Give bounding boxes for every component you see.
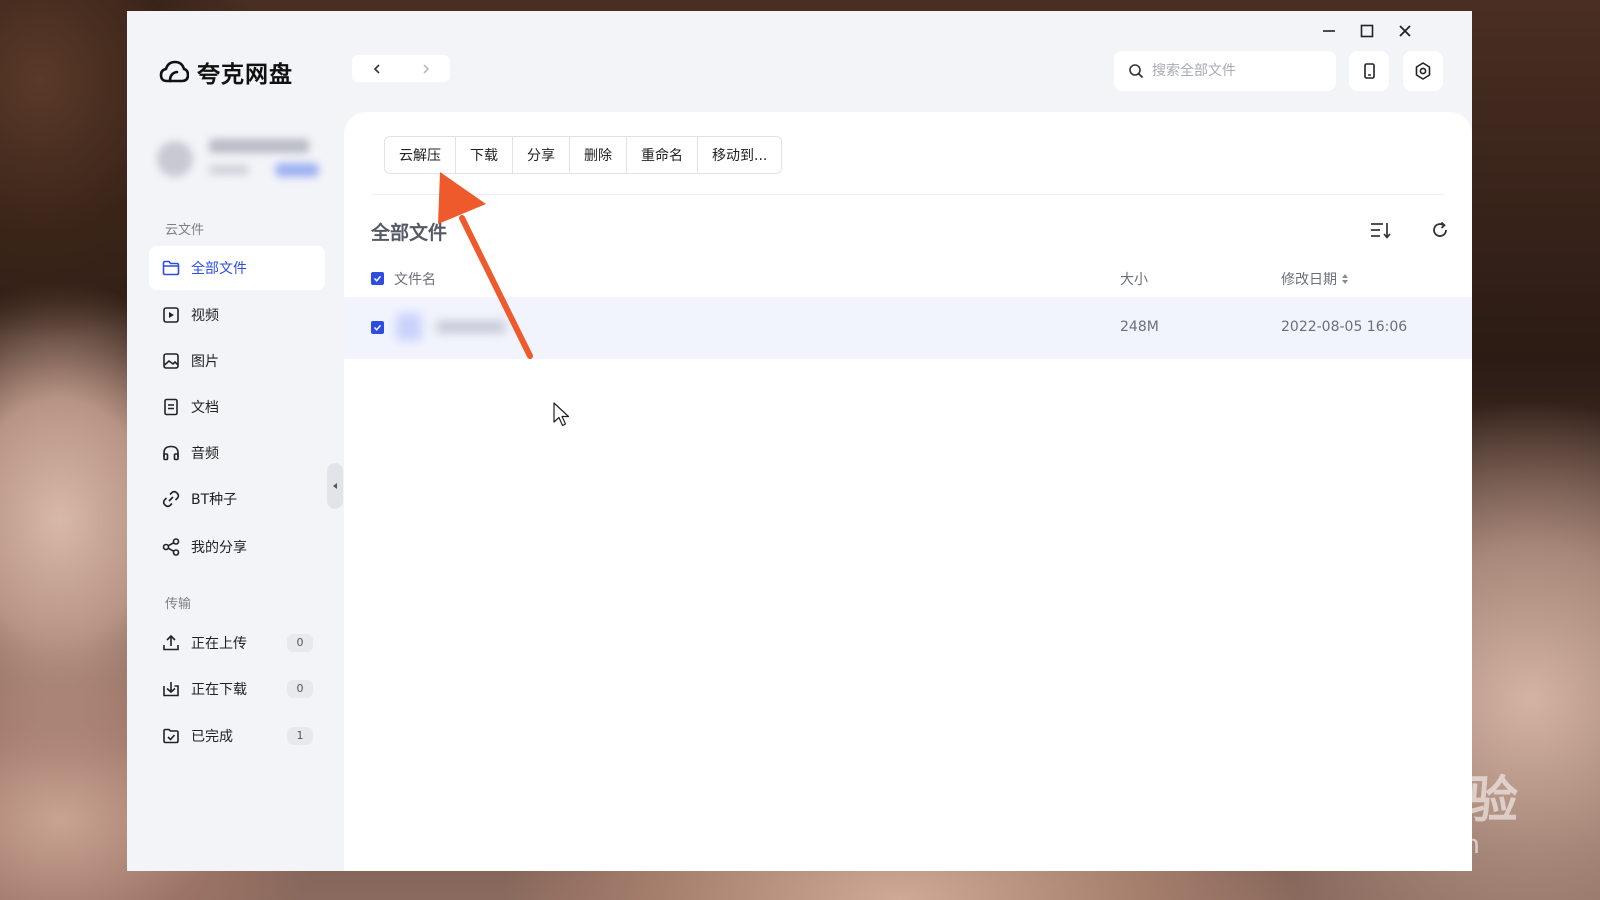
download-icon: [163, 682, 179, 697]
file-name-placeholder: [436, 321, 506, 333]
app-logo: 夸克网盘: [159, 55, 293, 89]
phone-icon: [1364, 63, 1375, 79]
user-meta-blurred: [209, 165, 249, 175]
back-button[interactable]: [352, 55, 401, 82]
delete-button[interactable]: 删除: [570, 137, 627, 173]
chevron-right-icon: [422, 63, 429, 74]
sidebar-item-downloading[interactable]: 正在下载 0: [149, 667, 325, 711]
download-count-badge: 0: [287, 680, 313, 698]
mouse-cursor-icon: [553, 402, 570, 427]
image-icon: [163, 353, 179, 369]
sidebar-item-label: 我的分享: [191, 540, 247, 556]
file-table-header: 文件名 大小 修改日期: [344, 259, 1472, 295]
file-action-toolbar: 云解压 下载 分享 删除 重命名 移动到...: [384, 136, 783, 174]
video-icon: [163, 307, 179, 323]
share-button[interactable]: 分享: [513, 137, 570, 173]
mobile-button[interactable]: [1349, 51, 1389, 91]
completed-count-badge: 1: [287, 727, 313, 745]
column-header-size[interactable]: 大小: [1120, 269, 1148, 289]
table-row[interactable]: 248M 2022-08-05 16:06: [344, 297, 1472, 359]
completed-icon: [163, 728, 179, 744]
cloud-extract-button[interactable]: 云解压: [385, 137, 456, 173]
main-panel: 云解压 下载 分享 删除 重命名 移动到... 全部文件 文件名 大小 修改日期: [344, 112, 1472, 871]
section-label-cloud: 云文件: [165, 223, 205, 238]
sidebar-item-bt-seeds[interactable]: BT种子: [149, 477, 325, 521]
minimize-icon: [1323, 30, 1335, 32]
maximize-button[interactable]: [1352, 19, 1382, 43]
gear-icon: [1415, 62, 1431, 80]
search-box: [1114, 51, 1336, 91]
sort-button[interactable]: [1366, 216, 1394, 244]
file-type-icon: [396, 313, 422, 341]
move-to-button[interactable]: 移动到...: [698, 137, 782, 173]
sort-toggle-icon: [1342, 274, 1348, 284]
file-size: 248M: [1120, 319, 1159, 335]
share-icon: [162, 538, 180, 556]
sidebar-item-label: 已完成: [191, 729, 233, 745]
chevron-left-icon: [373, 63, 380, 74]
file-modified-date: 2022-08-05 16:06: [1281, 319, 1408, 335]
sidebar-item-uploading[interactable]: 正在上传 0: [149, 621, 325, 665]
file-name-blurred: [396, 311, 526, 343]
app-title: 夸克网盘: [197, 62, 293, 88]
sidebar-item-label: BT种子: [191, 492, 238, 508]
refresh-icon: [1433, 221, 1447, 237]
upload-icon: [163, 634, 179, 651]
close-button[interactable]: [1390, 19, 1420, 43]
user-name-blurred: [209, 139, 309, 153]
upload-count-badge: 0: [287, 634, 313, 652]
column-header-modified-label: 修改日期: [1281, 272, 1337, 288]
search-icon: [1129, 64, 1144, 79]
sidebar-item-label: 正在下载: [191, 682, 247, 698]
caret-left-icon: [333, 483, 337, 489]
sidebar-item-label: 音频: [191, 446, 219, 462]
column-header-modified[interactable]: 修改日期: [1281, 269, 1349, 289]
app-window: 夸克网盘 云文件 全部文件 视频 图片: [127, 11, 1472, 871]
sidebar-item-label: 文档: [191, 400, 219, 416]
sidebar-item-completed[interactable]: 已完成 1: [149, 714, 325, 758]
sidebar-item-images[interactable]: 图片: [149, 339, 325, 383]
sidebar-item-label: 视频: [191, 308, 219, 324]
maximize-icon: [1360, 24, 1374, 38]
close-icon: [1399, 25, 1411, 37]
sidebar-item-my-shares[interactable]: 我的分享: [149, 525, 325, 569]
cloud-logo-icon: [159, 60, 189, 83]
rename-button[interactable]: 重命名: [627, 137, 698, 173]
settings-button[interactable]: [1403, 51, 1443, 91]
sidebar-item-audio[interactable]: 音频: [149, 431, 325, 475]
select-all-checkbox[interactable]: [371, 272, 384, 285]
check-icon: [373, 324, 382, 331]
avatar: [157, 141, 193, 177]
sidebar-item-label: 全部文件: [191, 261, 247, 277]
sort-icon: [1371, 223, 1391, 239]
sidebar-item-video[interactable]: 视频: [149, 293, 325, 337]
document-icon: [164, 398, 178, 416]
check-icon: [373, 275, 382, 282]
refresh-button[interactable]: [1426, 216, 1454, 244]
user-tag-blurred: [275, 163, 319, 177]
download-button[interactable]: 下载: [456, 137, 513, 173]
sidebar-collapse-handle[interactable]: [327, 463, 343, 509]
sidebar-item-all-files[interactable]: 全部文件: [149, 246, 325, 290]
sidebar-item-documents[interactable]: 文档: [149, 385, 325, 429]
sidebar-item-label: 图片: [191, 354, 219, 370]
headphones-icon: [163, 445, 179, 461]
row-checkbox[interactable]: [371, 321, 384, 334]
search-input[interactable]: [1152, 63, 1322, 79]
sidebar-item-label: 正在上传: [191, 636, 247, 652]
toolbar-divider: [372, 194, 1444, 195]
section-label-transfer: 传输: [165, 597, 192, 612]
minimize-button[interactable]: [1314, 19, 1344, 43]
user-profile[interactable]: [157, 129, 327, 199]
folder-icon: [162, 260, 180, 276]
page-title: 全部文件: [371, 222, 448, 244]
link-icon: [162, 490, 180, 508]
forward-button[interactable]: [401, 55, 450, 82]
history-nav: [352, 55, 450, 82]
column-header-name[interactable]: 文件名: [394, 269, 436, 289]
